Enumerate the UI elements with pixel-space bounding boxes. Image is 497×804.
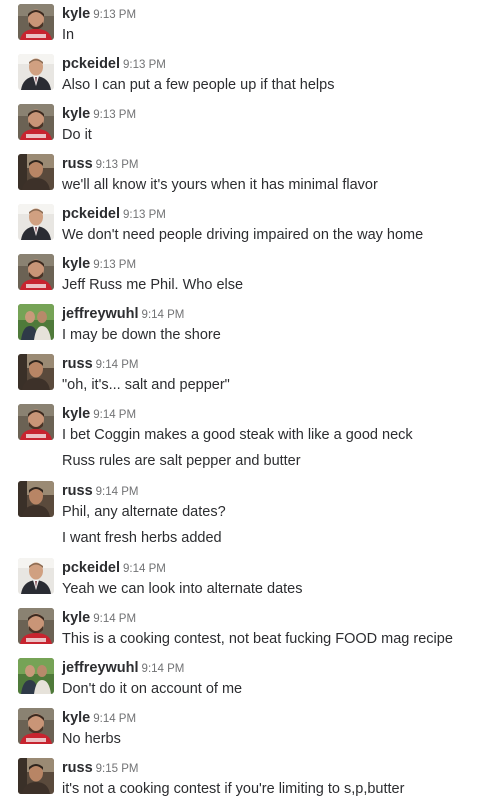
message-header: jeffreywuhl 9:14 PM <box>62 659 184 677</box>
username[interactable]: kyle <box>62 610 90 626</box>
message: pckeidel 9:13 PM Also I can put a few peop… <box>0 50 497 100</box>
message-text: Don't do it on account of me <box>62 681 243 697</box>
timestamp[interactable]: 9:13 PM <box>93 259 136 271</box>
message: kyle 9:14 PM This is a cooking contest, no… <box>0 604 497 654</box>
timestamp[interactable]: 9:14 PM <box>142 309 185 321</box>
message-header: jeffreywuhl 9:14 PM <box>62 305 184 323</box>
timestamp[interactable]: 9:14 PM <box>93 409 136 421</box>
russ-avatar[interactable] <box>18 758 54 794</box>
kyle-avatar[interactable] <box>18 608 54 644</box>
message: kyle 9:13 PM In <box>0 0 497 50</box>
message: pckeidel 9:14 PM Yeah we can look into alt… <box>0 554 497 604</box>
message-continuation: I want fresh herbs added <box>0 527 497 554</box>
message-text: Russ rules are salt pepper and butter <box>62 453 301 469</box>
message-continuation: Russ rules are salt pepper and butter <box>0 450 497 477</box>
jeffreywuhl-avatar[interactable] <box>18 304 54 340</box>
message-header: kyle 9:13 PM <box>62 5 136 23</box>
username[interactable]: kyle <box>62 406 90 422</box>
message-text: No herbs <box>62 731 121 747</box>
message-text: We don't need people driving impaired on… <box>62 227 424 243</box>
message-header: russ 9:13 PM <box>62 155 138 173</box>
message-header: kyle 9:13 PM <box>62 105 136 123</box>
timestamp[interactable]: 9:14 PM <box>123 563 166 575</box>
username[interactable]: kyle <box>62 710 90 726</box>
timestamp[interactable]: 9:13 PM <box>93 9 136 21</box>
message-header: pckeidel 9:13 PM <box>62 205 166 223</box>
message-text: Phil, any alternate dates? <box>62 504 226 520</box>
username[interactable]: russ <box>62 483 93 499</box>
message-header: russ 9:15 PM <box>62 759 138 777</box>
message-header: russ 9:14 PM <box>62 482 138 500</box>
message-text: Jeff Russ me Phil. Who else <box>62 277 244 293</box>
timestamp[interactable]: 9:13 PM <box>96 159 139 171</box>
message: kyle 9:13 PM Do it <box>0 100 497 150</box>
pckeidel-avatar[interactable] <box>18 204 54 240</box>
timestamp[interactable]: 9:13 PM <box>123 209 166 221</box>
timestamp[interactable]: 9:14 PM <box>96 359 139 371</box>
pckeidel-avatar[interactable] <box>18 54 54 90</box>
message-text: In <box>62 27 75 43</box>
message: russ 9:14 PM Phil, any alternate dates? <box>0 477 497 527</box>
message-header: pckeidel 9:13 PM <box>62 55 166 73</box>
message: kyle 9:13 PM Jeff Russ me Phil. Who else <box>0 250 497 300</box>
kyle-avatar[interactable] <box>18 4 54 40</box>
message-header: russ 9:14 PM <box>62 355 138 373</box>
message: jeffreywuhl 9:14 PM I may be down the shor… <box>0 300 497 350</box>
kyle-avatar[interactable] <box>18 104 54 140</box>
timestamp[interactable]: 9:14 PM <box>93 613 136 625</box>
russ-avatar[interactable] <box>18 354 54 390</box>
message: jeffreywuhl 9:14 PM Don't do it on account… <box>0 654 497 704</box>
message-header: kyle 9:14 PM <box>62 405 136 423</box>
username[interactable]: jeffreywuhl <box>62 660 139 676</box>
message-text: I may be down the shore <box>62 327 221 343</box>
message: kyle 9:14 PM I bet Coggin makes a good ste… <box>0 400 497 450</box>
message: russ 9:14 PM "oh, it's... salt and pepper" <box>0 350 497 400</box>
message-header: kyle 9:14 PM <box>62 709 136 727</box>
message-text: we'll all know it's yours when it has mi… <box>62 177 378 193</box>
message-text: Also I can put a few people up if that h… <box>62 77 335 93</box>
russ-avatar[interactable] <box>18 154 54 190</box>
message-text: This is a cooking contest, not beat fuck… <box>62 631 453 647</box>
kyle-avatar[interactable] <box>18 708 54 744</box>
timestamp[interactable]: 9:15 PM <box>96 763 139 775</box>
message-feed: kyle 9:13 PM In pckeidel 9:13 PM Also I can p… <box>0 0 497 804</box>
message-text: I bet Coggin makes a good steak with lik… <box>62 427 413 443</box>
username[interactable]: kyle <box>62 106 90 122</box>
pckeidel-avatar[interactable] <box>18 558 54 594</box>
username[interactable]: kyle <box>62 256 90 272</box>
message: pckeidel 9:13 PM We don't need people driv… <box>0 200 497 250</box>
timestamp[interactable]: 9:13 PM <box>93 109 136 121</box>
message-text: it's not a cooking contest if you're lim… <box>62 781 405 797</box>
message-header: kyle 9:13 PM <box>62 255 136 273</box>
timestamp[interactable]: 9:14 PM <box>96 486 139 498</box>
message-header: kyle 9:14 PM <box>62 609 136 627</box>
message-header: pckeidel 9:14 PM <box>62 559 166 577</box>
username[interactable]: russ <box>62 156 93 172</box>
kyle-avatar[interactable] <box>18 404 54 440</box>
username[interactable]: russ <box>62 760 93 776</box>
timestamp[interactable]: 9:14 PM <box>142 663 185 675</box>
message: kyle 9:14 PM No herbs <box>0 704 497 754</box>
jeffreywuhl-avatar[interactable] <box>18 658 54 694</box>
timestamp[interactable]: 9:14 PM <box>93 713 136 725</box>
username[interactable]: jeffreywuhl <box>62 306 139 322</box>
message: russ 9:13 PM we'll all know it's yours whe… <box>0 150 497 200</box>
message-text: "oh, it's... salt and pepper" <box>62 377 230 393</box>
kyle-avatar[interactable] <box>18 254 54 290</box>
message-text: Do it <box>62 127 92 143</box>
message-text: I want fresh herbs added <box>62 530 222 546</box>
timestamp[interactable]: 9:13 PM <box>123 59 166 71</box>
username[interactable]: kyle <box>62 6 90 22</box>
username[interactable]: pckeidel <box>62 206 120 222</box>
username[interactable]: pckeidel <box>62 56 120 72</box>
message-text: Yeah we can look into alternate dates <box>62 581 303 597</box>
message: russ 9:15 PM it's not a cooking contest if… <box>0 754 497 804</box>
username[interactable]: russ <box>62 356 93 372</box>
username[interactable]: pckeidel <box>62 560 120 576</box>
russ-avatar[interactable] <box>18 481 54 517</box>
